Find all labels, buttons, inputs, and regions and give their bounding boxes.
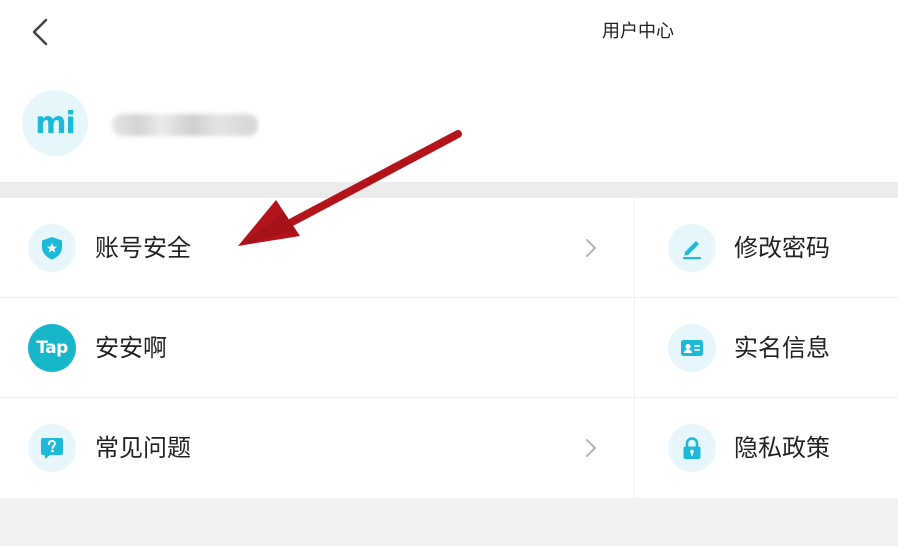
row-divider: [0, 297, 898, 298]
menu-item-faq[interactable]: 常见问题: [0, 398, 634, 498]
menu-item-label: 隐私政策: [734, 434, 830, 462]
username-blurred: [112, 114, 258, 136]
question-bubble-icon: [28, 424, 76, 472]
chevron-left-icon: [32, 18, 48, 46]
page-title: 用户中心: [602, 21, 674, 42]
profile-section: mi: [0, 64, 898, 182]
menu-item-label: 实名信息: [734, 334, 830, 362]
chevron-right-icon: [586, 239, 596, 257]
top-bar: 用户中心: [0, 0, 898, 64]
section-divider: [0, 182, 898, 198]
column-divider: [634, 198, 635, 498]
menu-item-label: 常见问题: [95, 434, 191, 462]
chevron-right-icon: [586, 439, 596, 457]
row-divider: [0, 397, 898, 398]
menu-item-account-security[interactable]: 账号安全: [0, 198, 634, 298]
taptap-logo-text: Tap: [36, 338, 68, 358]
taptap-logo-icon: Tap: [28, 324, 76, 372]
id-card-icon: [668, 324, 716, 372]
lock-icon: [668, 424, 716, 472]
user-center-screen: 用户中心 mi 账号安全 Tap 安安啊 常见问题 修改密码 实名信息 隐私政策: [0, 0, 898, 546]
bottom-spacer: [0, 498, 898, 546]
menu-panel: 账号安全 Tap 安安啊 常见问题 修改密码 实名信息 隐私政策: [0, 198, 898, 498]
avatar[interactable]: mi: [22, 90, 88, 156]
back-button[interactable]: [24, 14, 60, 50]
shield-star-icon: [28, 224, 76, 272]
menu-item-label: 账号安全: [95, 234, 191, 262]
pencil-icon: [668, 224, 716, 272]
menu-item-label: 安安啊: [95, 334, 167, 362]
menu-item-taptap-account[interactable]: Tap 安安啊: [0, 298, 634, 398]
menu-item-label: 修改密码: [734, 234, 830, 262]
